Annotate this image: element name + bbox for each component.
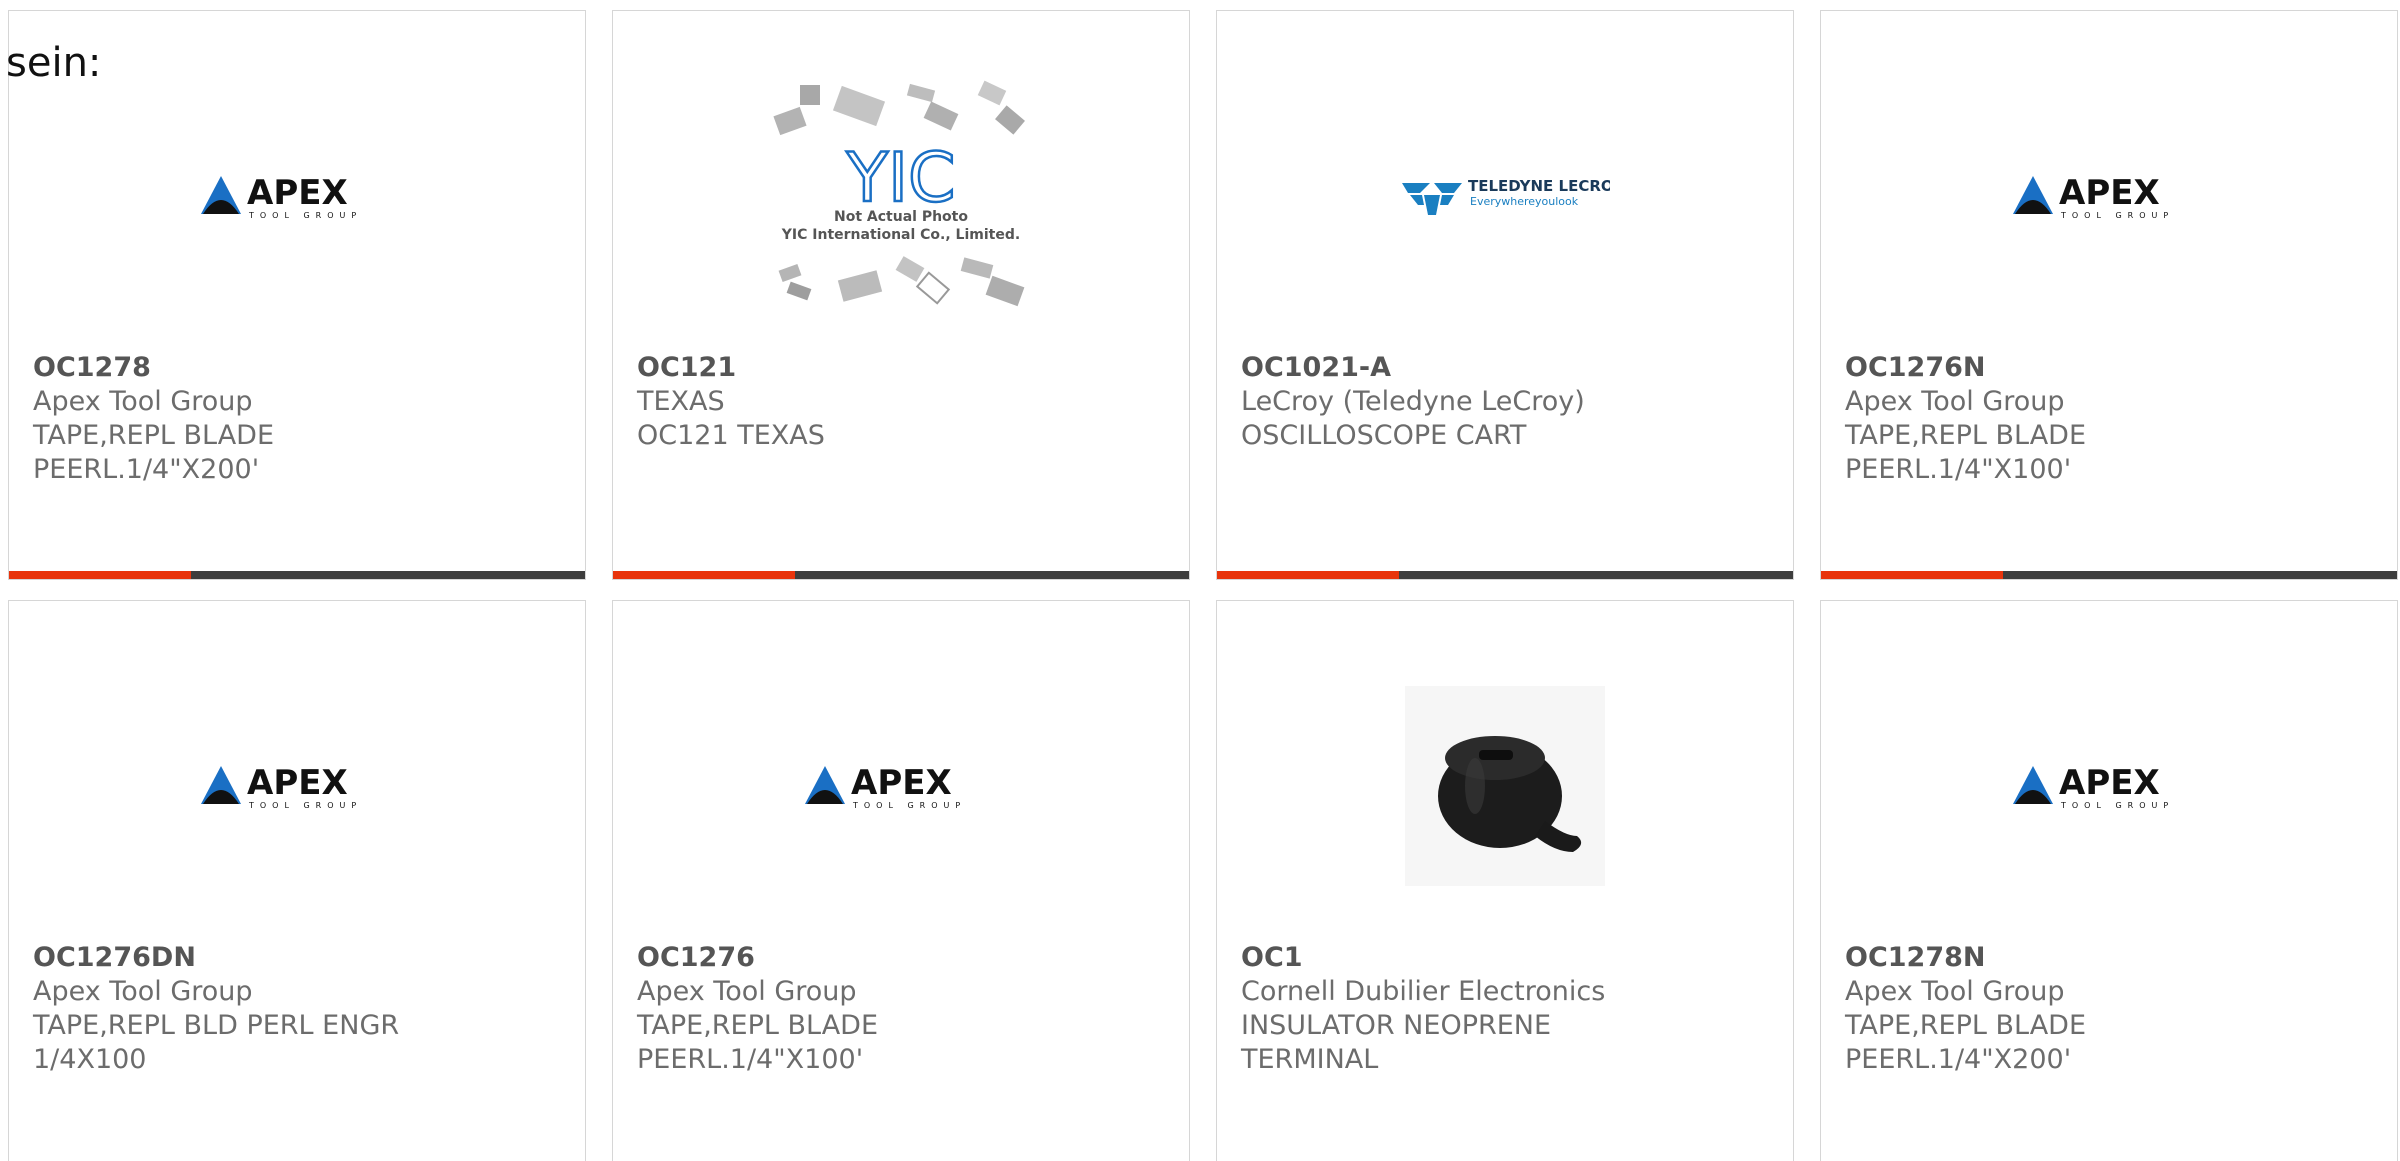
product-info: OC1021-A LeCroy (Teledyne LeCroy) OSCILL… [1241, 351, 1773, 453]
part-number[interactable]: OC1278 [33, 351, 565, 385]
part-number[interactable]: OC1276 [637, 941, 1169, 975]
card-footer-bar [613, 571, 1189, 579]
lead-text: sein: [6, 40, 102, 86]
apex-logo-icon: APEX TOOL GROUP [2013, 763, 2174, 810]
svg-text:Everywhereyoulook: Everywhereyoulook [1470, 195, 1579, 208]
part-number[interactable]: OC1021-A [1241, 351, 1773, 385]
description-line-2: 1/4X100 [33, 1044, 147, 1075]
product-info: OC1278N Apex Tool Group TAPE,REPL BLADE … [1845, 941, 2377, 1077]
product-card[interactable]: APEX TOOL GROUP OC1276N Apex Tool Group … [1820, 10, 2398, 580]
svg-text:APEX: APEX [247, 173, 348, 213]
product-grid-page: sein: APEX TOOL GROUP OC1278 Apex Tool G… [0, 0, 2400, 1161]
product-image: APEX TOOL GROUP [613, 641, 1189, 931]
description-line-2: PEERL.1/4"X200' [33, 454, 260, 485]
product-info: OC1276DN Apex Tool Group TAPE,REPL BLD P… [33, 941, 565, 1077]
manufacturer: Apex Tool Group [637, 976, 857, 1007]
description-line-1: TAPE,REPL BLADE [1845, 420, 2087, 451]
product-image [1217, 641, 1793, 931]
card-footer-bar [1821, 571, 2397, 579]
product-image: APEX TOOL GROUP [9, 641, 585, 931]
manufacturer: LeCroy (Teledyne LeCroy) [1241, 386, 1585, 417]
card-accent-bar [1217, 571, 1399, 579]
manufacturer: Apex Tool Group [1845, 976, 2065, 1007]
product-card[interactable]: APEX TOOL GROUP OC1278N Apex Tool Group … [1820, 600, 2398, 1161]
svg-text:Not Actual Photo: Not Actual Photo [834, 209, 968, 225]
description-line-1: TAPE,REPL BLADE [33, 420, 275, 451]
product-image: TELEDYNE LECROY Everywhereyoulook [1217, 51, 1793, 341]
product-card[interactable]: OC1 Cornell Dubilier Electronics INSULAT… [1216, 600, 1794, 1161]
description-line-2: PEERL.1/4"X100' [637, 1044, 864, 1075]
chip-placeholder-icon: YIC Not Actual Photo YIC International C… [773, 80, 1025, 307]
svg-text:APEX: APEX [2059, 763, 2160, 803]
part-number[interactable]: OC1278N [1845, 941, 2377, 975]
apex-logo-icon: APEX TOOL GROUP [2013, 173, 2174, 220]
svg-text:TOOL GROUP: TOOL GROUP [248, 801, 362, 810]
product-card[interactable]: APEX TOOL GROUP OC1276DN Apex Tool Group… [8, 600, 586, 1161]
product-info: OC1 Cornell Dubilier Electronics INSULAT… [1241, 941, 1773, 1077]
manufacturer: Cornell Dubilier Electronics [1241, 976, 1606, 1007]
part-number[interactable]: OC121 [637, 351, 1169, 385]
product-info: OC1276N Apex Tool Group TAPE,REPL BLADE … [1845, 351, 2377, 487]
svg-text:TELEDYNE LECROY: TELEDYNE LECROY [1468, 177, 1610, 195]
svg-text:APEX: APEX [2059, 173, 2160, 213]
description-line-1: INSULATOR NEOPRENE [1241, 1010, 1552, 1041]
svg-text:YIC: YIC [845, 139, 955, 218]
svg-text:YIC International Co., Limited: YIC International Co., Limited. [781, 227, 1020, 243]
product-card[interactable]: YIC Not Actual Photo YIC International C… [612, 10, 1190, 580]
svg-text:TOOL GROUP: TOOL GROUP [852, 801, 966, 810]
description-line-1: OC121 TEXAS [637, 420, 825, 451]
product-image: APEX TOOL GROUP [1821, 641, 2397, 931]
apex-logo-icon: APEX TOOL GROUP [201, 173, 362, 220]
card-accent-bar [613, 571, 795, 579]
part-number[interactable]: OC1 [1241, 941, 1773, 975]
svg-text:TOOL GROUP: TOOL GROUP [248, 211, 362, 220]
apex-logo-icon: APEX TOOL GROUP [805, 763, 966, 810]
svg-text:TOOL GROUP: TOOL GROUP [2060, 211, 2174, 220]
description-line-1: OSCILLOSCOPE CART [1241, 420, 1527, 451]
svg-text:APEX: APEX [851, 763, 952, 803]
card-accent-bar [1821, 571, 2003, 579]
manufacturer: Apex Tool Group [33, 976, 253, 1007]
neoprene-insulator-photo-icon [1405, 686, 1605, 886]
product-info: OC1278 Apex Tool Group TAPE,REPL BLADE P… [33, 351, 565, 487]
product-image: YIC Not Actual Photo YIC International C… [613, 51, 1189, 341]
part-number[interactable]: OC1276DN [33, 941, 565, 975]
svg-text:APEX: APEX [247, 763, 348, 803]
description-line-2: PEERL.1/4"X200' [1845, 1044, 2072, 1075]
card-footer-bar [9, 571, 585, 579]
part-number[interactable]: OC1276N [1845, 351, 2377, 385]
product-info: OC121 TEXAS OC121 TEXAS [637, 351, 1169, 453]
apex-logo-icon: APEX TOOL GROUP [201, 763, 362, 810]
product-image: APEX TOOL GROUP [1821, 51, 2397, 341]
description-line-2: TERMINAL [1241, 1044, 1379, 1075]
card-footer-bar [1217, 571, 1793, 579]
description-line-1: TAPE,REPL BLADE [637, 1010, 879, 1041]
card-accent-bar [9, 571, 191, 579]
manufacturer: Apex Tool Group [1845, 386, 2065, 417]
product-card[interactable]: APEX TOOL GROUP OC1278 Apex Tool Group T… [8, 10, 586, 580]
manufacturer: Apex Tool Group [33, 386, 253, 417]
product-info: OC1276 Apex Tool Group TAPE,REPL BLADE P… [637, 941, 1169, 1077]
svg-text:TOOL GROUP: TOOL GROUP [2060, 801, 2174, 810]
description-line-1: TAPE,REPL BLADE [1845, 1010, 2087, 1041]
manufacturer: TEXAS [637, 386, 725, 417]
product-card[interactable]: APEX TOOL GROUP OC1276 Apex Tool Group T… [612, 600, 1190, 1161]
product-image: APEX TOOL GROUP [9, 51, 585, 341]
description-line-1: TAPE,REPL BLD PERL ENGR [33, 1010, 400, 1041]
description-line-2: PEERL.1/4"X100' [1845, 454, 2072, 485]
teledyne-logo-icon: TELEDYNE LECROY Everywhereyoulook [1402, 177, 1610, 215]
product-card[interactable]: TELEDYNE LECROY Everywhereyoulook OC1021… [1216, 10, 1794, 580]
